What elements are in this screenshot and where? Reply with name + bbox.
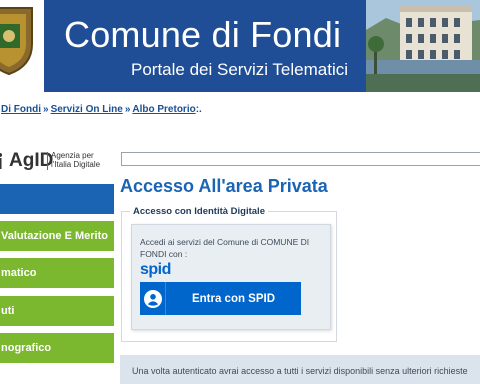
crest-area bbox=[0, 0, 44, 92]
sidebar-item-telematico[interactable]: matico bbox=[0, 258, 114, 288]
search-input[interactable] bbox=[121, 152, 480, 166]
breadcrumb-separator: » bbox=[124, 104, 131, 115]
breadcrumb: Di Fondi» Servizi On Line» Albo Pretorio:. bbox=[1, 104, 202, 115]
site-subtitle: Portale dei Servizi Telematici bbox=[131, 60, 348, 79]
info-message: Una volta autenticato avrai accesso a tu… bbox=[132, 366, 468, 376]
breadcrumb-home-link[interactable]: Di Fondi bbox=[1, 104, 41, 115]
agid-tagline-line-1: Agenzia per bbox=[51, 151, 94, 160]
breadcrumb-separator: » bbox=[43, 104, 49, 115]
spid-login-button[interactable]: Entra con SPID bbox=[140, 282, 301, 315]
identity-access-legend: Accesso con Identità Digitale bbox=[130, 206, 268, 217]
agid-mark-icon bbox=[0, 153, 2, 169]
spid-description: Accedi ai servizi del Comune di COMUNE D… bbox=[140, 237, 310, 259]
sidebar-item-active[interactable] bbox=[0, 184, 114, 214]
agid-divider bbox=[47, 152, 48, 170]
breadcrumb-services-link[interactable]: Servizi On Line bbox=[51, 104, 123, 115]
page-title: Accesso All'area Privata bbox=[120, 176, 328, 196]
agid-tagline: Agenzia per l'Italia Digitale bbox=[51, 151, 111, 169]
sidebar-item-valutazione[interactable]: Valutazione E Merito bbox=[0, 221, 114, 251]
sidebar-item-tributi[interactable]: uti bbox=[0, 296, 114, 326]
user-icon bbox=[140, 282, 166, 315]
city-crest-icon bbox=[0, 7, 33, 76]
agid-logo[interactable]: AgID Agenzia per l'Italia Digitale bbox=[0, 148, 106, 176]
site-title: Comune di Fondi bbox=[64, 14, 342, 55]
spid-login-label: Entra con SPID bbox=[191, 292, 276, 305]
spid-logo: spid bbox=[140, 261, 171, 278]
header-banner: Comune di Fondi Portale dei Servizi Tele… bbox=[0, 0, 480, 92]
town-hall-photo bbox=[366, 0, 480, 92]
sidebar-item-anagrafico[interactable]: nografico bbox=[0, 333, 114, 363]
agid-tagline-line-2: l'Italia Digitale bbox=[51, 160, 101, 169]
breadcrumb-trailing: :. bbox=[195, 104, 202, 115]
breadcrumb-albo-link[interactable]: Albo Pretorio bbox=[132, 104, 195, 115]
